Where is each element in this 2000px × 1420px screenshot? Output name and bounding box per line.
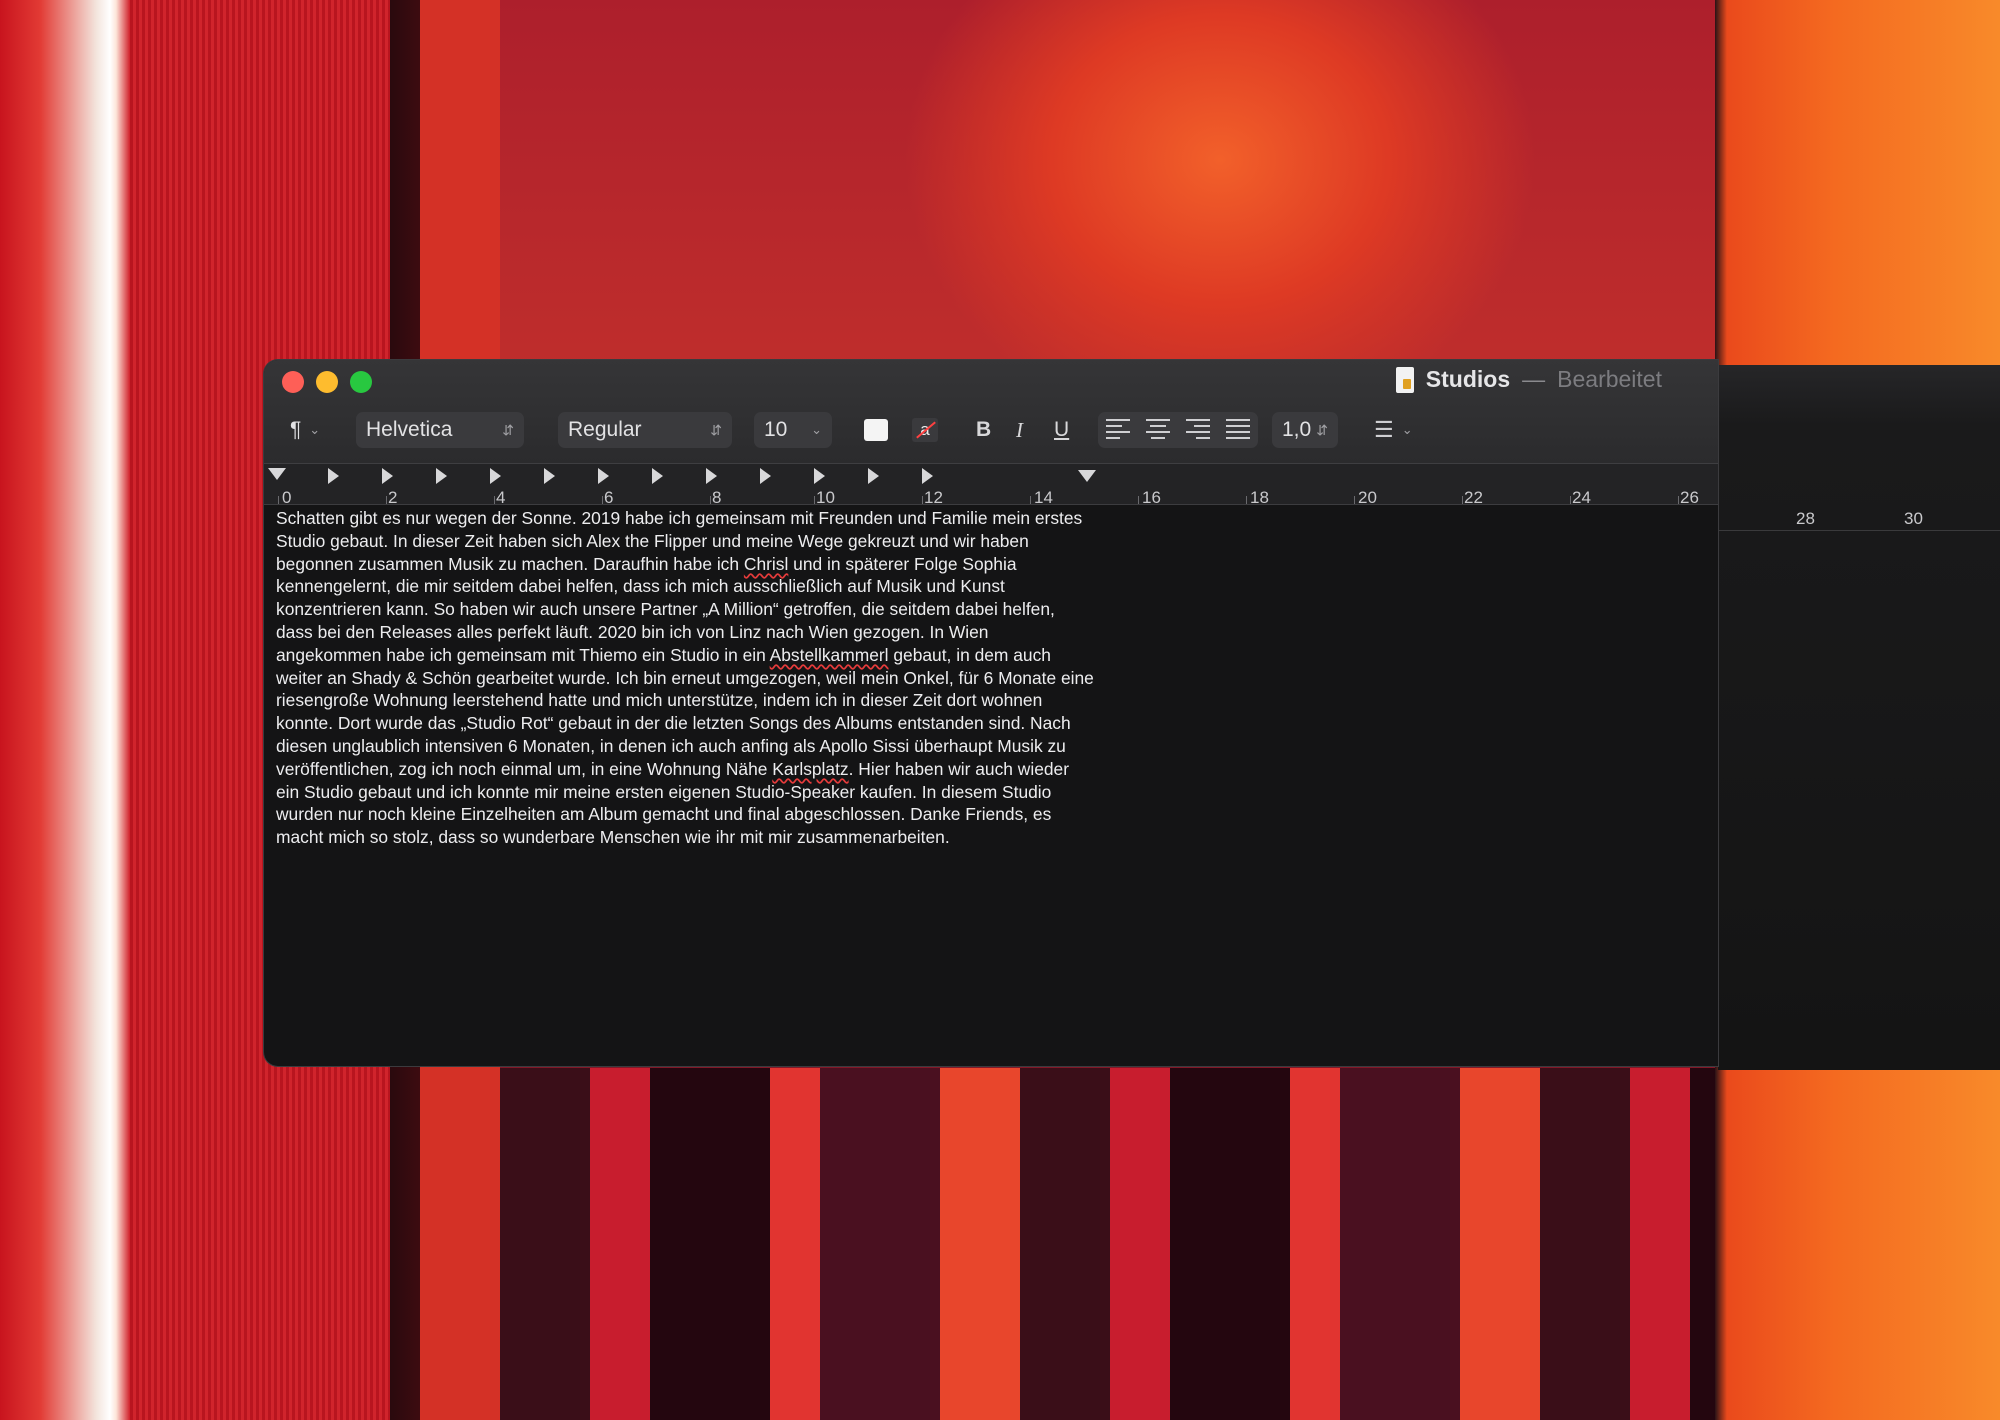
ruler-tick (1678, 496, 1679, 504)
ruler-tick (922, 496, 923, 504)
updown-arrows-icon: ⇵ (710, 421, 722, 438)
right-margin-marker[interactable] (1078, 470, 1096, 482)
background-print-lower (500, 1068, 1715, 1420)
tab-stop[interactable] (436, 468, 447, 484)
textedit-window: Studios — Bearbeitet ¶ ⌄ Helvetica ⇵ Reg… (264, 360, 1718, 1066)
ruler-tick (1462, 496, 1463, 504)
minimize-button[interactable] (316, 371, 338, 393)
misspelled-word[interactable]: Chrisl (744, 554, 788, 574)
ruler-number: 22 (1464, 488, 1483, 507)
titlebar: Studios — Bearbeitet ¶ ⌄ Helvetica ⇵ Reg… (264, 360, 1718, 464)
ruler-number: 20 (1358, 488, 1377, 507)
highlight-color-button[interactable]: a (912, 412, 938, 448)
font-style-select[interactable]: Regular ⇵ (558, 412, 732, 448)
ruler[interactable]: 0 2 4 6 8 10 12 14 16 18 20 22 24 26 (264, 464, 1718, 507)
maximize-button[interactable] (350, 371, 372, 393)
ruler-tick (1138, 496, 1139, 504)
close-button[interactable] (282, 371, 304, 393)
ruler-tick (1570, 496, 1571, 504)
ruler-tick (602, 496, 603, 504)
font-size-value: 10 (764, 418, 788, 441)
tab-stop[interactable] (814, 468, 825, 484)
tab-stop[interactable] (544, 468, 555, 484)
document-icon (1395, 366, 1414, 393)
chevron-down-icon: ⌄ (1401, 422, 1413, 437)
ruler-number: 0 (282, 488, 292, 507)
underline-button[interactable]: U (1054, 412, 1069, 448)
italic-button[interactable]: I (1016, 412, 1023, 448)
misspelled-word[interactable]: Abstellkammerl (770, 645, 889, 665)
tab-stop[interactable] (382, 468, 393, 484)
paragraph-style-icon: ¶ (290, 418, 302, 441)
tab-stop[interactable] (598, 468, 609, 484)
align-right-icon[interactable] (1186, 419, 1210, 441)
edit-status: Bearbeitet (1557, 366, 1662, 392)
tab-stop[interactable] (490, 468, 501, 484)
tab-stop[interactable] (868, 468, 879, 484)
tab-stop[interactable] (922, 468, 933, 484)
ruler-number: 6 (604, 488, 614, 507)
highlight-color-icon: a (912, 418, 938, 442)
paragraph-style-button[interactable]: ¶ ⌄ (290, 412, 334, 448)
updown-arrows-icon: ⇵ (1316, 421, 1328, 438)
ruler-tick (1354, 496, 1355, 504)
ruler-number: 8 (712, 488, 722, 507)
tab-stop[interactable] (760, 468, 771, 484)
window-title: Studios — Bearbeitet (1395, 366, 1662, 393)
font-family-value: Helvetica (366, 418, 453, 441)
font-size-select[interactable]: 10 ⌄ (754, 412, 832, 448)
ruler-number: 10 (816, 488, 835, 507)
ruler-number: 12 (924, 488, 943, 507)
ruler-number: 14 (1034, 488, 1053, 507)
ruler-tick (710, 496, 711, 504)
document-name: Studios (1425, 366, 1511, 392)
line-spacing-select[interactable]: 1,0 ⇵ (1272, 412, 1338, 448)
font-family-select[interactable]: Helvetica ⇵ (356, 412, 524, 448)
ruler-tick (1246, 496, 1247, 504)
title-separator: — (1522, 366, 1546, 392)
misspelled-word[interactable]: Karlsplatz (772, 759, 848, 779)
align-left-icon[interactable] (1106, 419, 1130, 441)
text-color-button[interactable] (864, 412, 888, 448)
ruler-number: 28 (1796, 509, 1815, 528)
align-center-icon[interactable] (1146, 419, 1170, 441)
document-editor[interactable]: Schatten gibt es nur wegen der Sonne. 20… (276, 507, 1276, 849)
tab-stop[interactable] (328, 468, 339, 484)
tab-stop[interactable] (706, 468, 717, 484)
updown-arrows-icon: ⇵ (502, 421, 514, 438)
ruler-tick (1030, 496, 1031, 504)
alignment-group (1098, 412, 1258, 448)
font-style-value: Regular (568, 418, 642, 441)
ruler-continuation: 28 30 (1718, 505, 2000, 531)
line-spacing-value: 1,0 (1282, 418, 1312, 441)
ruler-number: 26 (1680, 488, 1699, 507)
tab-stop[interactable] (652, 468, 663, 484)
ruler-number: 16 (1142, 488, 1161, 507)
chevron-down-icon: ⌄ (309, 422, 321, 437)
ruler-tick (814, 496, 815, 504)
background-print-left (0, 0, 130, 1420)
ruler-tick (386, 496, 387, 504)
justify-icon[interactable] (1226, 419, 1250, 441)
ruler-number: 2 (388, 488, 398, 507)
window-continuation: 28 30 (1718, 365, 2000, 1070)
first-line-indent-marker[interactable] (268, 468, 286, 480)
ruler-number: 18 (1250, 488, 1269, 507)
ruler-tick (494, 496, 495, 504)
text-color-swatch (864, 419, 888, 441)
ruler-number: 4 (496, 488, 506, 507)
chevron-down-icon: ⌄ (811, 422, 822, 437)
ruler-number: 30 (1904, 509, 1923, 528)
ruler-tick (278, 496, 279, 504)
ruler-number: 24 (1572, 488, 1591, 507)
format-toolbar: ¶ ⌄ Helvetica ⇵ Regular ⇵ 10 ⌄ a B I U 1… (264, 412, 1718, 452)
bold-button[interactable]: B (976, 412, 991, 448)
list-icon: ☰ (1374, 417, 1394, 442)
list-button[interactable]: ☰ ⌄ (1374, 412, 1413, 448)
document-paragraph[interactable]: Schatten gibt es nur wegen der Sonne. 20… (276, 507, 1096, 849)
